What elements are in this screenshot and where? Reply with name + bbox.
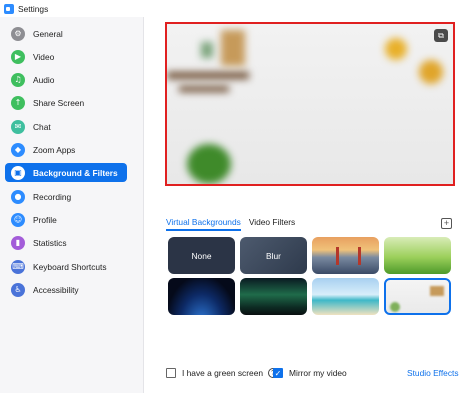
sidebar-item-label: Chat	[33, 121, 51, 132]
keyboard-icon: ⌨	[11, 259, 25, 274]
sidebar-item-statistics[interactable]: ▮ Statistics	[5, 233, 127, 252]
background-option-beach[interactable]	[312, 278, 379, 315]
sidebar-item-label: Audio	[33, 74, 55, 85]
chat-icon: ✉	[11, 119, 25, 134]
bridge-tower-icon	[336, 247, 339, 265]
bridge-tower-icon	[358, 247, 361, 265]
add-background-button[interactable]: +	[441, 218, 452, 229]
video-icon: ▶	[11, 49, 25, 64]
mirror-video-label: Mirror my video	[289, 368, 347, 378]
sidebar-item-accessibility[interactable]: ♿ Accessibility	[5, 280, 127, 299]
headphones-icon: ♫	[11, 72, 25, 87]
sidebar-item-label: Statistics	[33, 237, 67, 248]
apps-icon: ◆	[11, 142, 25, 157]
sidebar-item-label: Video	[33, 51, 55, 62]
sidebar-item-general[interactable]: ⚙ General	[5, 24, 127, 43]
accessibility-icon: ♿	[11, 282, 25, 297]
switch-camera-icon[interactable]: ⧉	[434, 29, 448, 42]
background-option-aurora[interactable]	[240, 278, 307, 315]
background-option-label: None	[191, 250, 212, 261]
sidebar-item-label: General	[33, 28, 63, 39]
sidebar-item-keyboard-shortcuts[interactable]: ⌨ Keyboard Shortcuts	[5, 257, 127, 276]
tab-virtual-backgrounds[interactable]: Virtual Backgrounds	[166, 217, 241, 231]
background-option-golden-gate[interactable]	[312, 237, 379, 274]
profile-icon: ☺	[11, 212, 25, 227]
sidebar-item-label: Keyboard Shortcuts	[33, 261, 107, 272]
record-icon: ●	[11, 189, 25, 204]
plant-icon	[390, 302, 400, 312]
gear-icon: ⚙	[11, 26, 25, 41]
sidebar-item-audio[interactable]: ♫ Audio	[5, 70, 127, 89]
video-preview: ⧉	[167, 24, 453, 184]
tab-video-filters[interactable]: Video Filters	[249, 217, 295, 231]
background-option-label: Blur	[266, 250, 281, 261]
green-screen-label: I have a green screen	[182, 368, 264, 378]
mirror-video-option: ✓ Mirror my video	[273, 368, 347, 378]
sidebar-item-video[interactable]: ▶ Video	[5, 47, 127, 66]
background-option-grass[interactable]	[384, 237, 451, 274]
video-preview-highlight: ⧉	[165, 22, 455, 186]
mirror-video-checkbox[interactable]: ✓	[273, 368, 283, 378]
sidebar-item-chat[interactable]: ✉ Chat	[5, 117, 127, 136]
green-screen-checkbox[interactable]	[166, 368, 176, 378]
sidebar-item-profile[interactable]: ☺ Profile	[5, 210, 127, 229]
background-option-earth[interactable]	[168, 278, 235, 315]
studio-effects-link[interactable]: Studio Effects	[407, 368, 459, 378]
background-option-none[interactable]: None	[168, 237, 235, 274]
zoom-logo-icon	[4, 3, 14, 14]
sidebar-item-share-screen[interactable]: ↑ Share Screen	[5, 93, 127, 112]
sidebar-item-recording[interactable]: ● Recording	[5, 187, 127, 206]
sidebar-item-label: Share Screen	[33, 97, 85, 108]
share-screen-icon: ↑	[11, 95, 25, 110]
green-screen-option: I have a green screen ?	[166, 368, 279, 378]
sidebar-item-label: Accessibility	[33, 284, 79, 295]
title-bar: Settings	[0, 0, 475, 17]
sidebar-item-zoom-apps[interactable]: ◆ Zoom Apps	[5, 140, 127, 159]
sidebar-item-label: Zoom Apps	[33, 144, 76, 155]
background-option-blur[interactable]: Blur	[240, 237, 307, 274]
sidebar-item-label: Profile	[33, 214, 57, 225]
window-title: Settings	[18, 3, 49, 14]
sidebar-item-label: Background & Filters	[33, 167, 118, 178]
settings-sidebar: ⚙ General ▶ Video ♫ Audio ↑ Share Screen ✉ Chat ◆ Z…	[0, 17, 144, 393]
background-icon: ▣	[11, 165, 25, 180]
background-option-room[interactable]	[384, 278, 451, 315]
shelf-icon	[430, 286, 444, 296]
statistics-icon: ▮	[11, 235, 25, 250]
background-tabs: Virtual Backgrounds Video Filters	[166, 217, 295, 231]
sidebar-item-label: Recording	[33, 191, 72, 202]
sidebar-item-background-filters[interactable]: ▣ Background & Filters	[5, 163, 127, 182]
